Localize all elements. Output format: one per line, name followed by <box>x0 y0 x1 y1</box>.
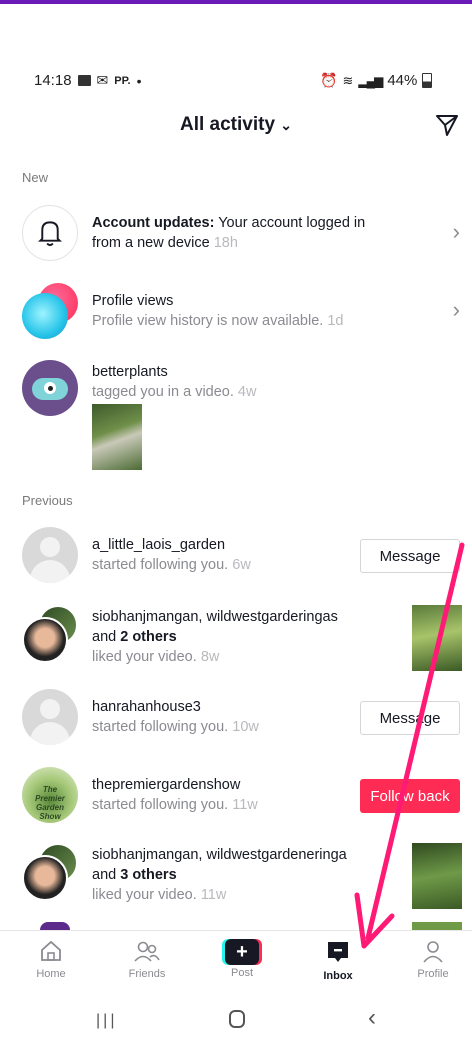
gallery-icon <box>77 75 91 86</box>
notification-text: started following you. <box>92 797 229 813</box>
notification-time: 11w <box>232 797 258 813</box>
alarm-icon: ⏰ <box>320 72 338 88</box>
notification-text: Profile view history is now available. <box>92 313 324 329</box>
list-item-likes[interactable]: siobhanjmangan, wildwestgarderingas and … <box>0 605 472 675</box>
notification-text: tagged you in a video. <box>92 384 234 400</box>
avatar: The Premier Garden Show <box>22 767 78 823</box>
follow-back-button[interactable]: Follow back <box>360 779 460 813</box>
message-button[interactable]: Message <box>360 701 460 735</box>
profile-icon <box>423 941 443 963</box>
notification-time: 4w <box>237 384 257 400</box>
notification-text: started following you. <box>92 719 229 735</box>
nav-friends-label: Friends <box>128 968 166 980</box>
chevron-down-icon: ⌄ <box>280 117 293 133</box>
notification-text: liked your video. <box>92 649 197 665</box>
nav-profile-label: Profile <box>417 968 449 980</box>
nav-inbox-label: Inbox <box>323 970 353 982</box>
mail-icon: ✉ <box>96 72 109 88</box>
others-count: 2 others <box>120 629 177 645</box>
signal-icon: ▂▄▆ <box>358 73 383 88</box>
list-item-profile-views[interactable]: Profile views Profile view history is no… <box>0 283 472 343</box>
wifi-icon: ≋ <box>342 72 354 88</box>
video-thumbnail[interactable] <box>412 843 462 909</box>
friends-icon <box>134 941 160 962</box>
others-count: 3 others <box>120 867 177 883</box>
nav-friends[interactable]: Friends <box>107 939 187 980</box>
bell-icon <box>38 221 62 247</box>
username: thepremiergardenshow <box>92 777 241 793</box>
notification-time: 10w <box>232 719 259 735</box>
notification-text: liked your video. <box>92 887 197 903</box>
section-new-label: New <box>22 170 49 185</box>
nav-post-label: Post <box>230 967 253 979</box>
avatar <box>22 689 78 745</box>
profile-views-icon <box>22 283 82 339</box>
username: betterplants <box>92 364 168 380</box>
activity-filter-dropdown[interactable]: All activity ⌄ <box>0 114 472 136</box>
battery-icon <box>422 73 433 88</box>
video-thumbnail[interactable] <box>92 404 142 470</box>
username: hanrahanhouse3 <box>92 699 201 715</box>
list-item-account-updates[interactable]: Account updates: Your account logged in … <box>0 205 472 265</box>
chevron-right-icon: › <box>452 219 460 244</box>
avatar <box>22 527 78 583</box>
notification-time: 6w <box>232 557 251 573</box>
status-bar: 14:18 ✉ PP. • ⏰ ≋ ▂▄▆ 44% <box>0 70 472 94</box>
top-border <box>0 0 472 4</box>
battery-percent: 44% <box>387 72 418 89</box>
notification-time: 11w <box>200 887 227 903</box>
stacked-avatars <box>22 605 82 665</box>
section-previous-label: Previous <box>22 493 73 508</box>
header: All activity ⌄ <box>0 108 472 144</box>
notification-text: started following you. <box>92 557 229 573</box>
list-item-follow[interactable]: a_little_laois_garden started following … <box>0 527 472 587</box>
avatar-logo: The Premier Garden Show <box>35 785 65 821</box>
stacked-avatars <box>22 843 82 903</box>
username: a_little_laois_garden <box>92 537 226 553</box>
page-title: All activity <box>179 114 276 135</box>
inbox-icon <box>328 942 348 962</box>
chevron-right-icon: › <box>452 297 460 322</box>
avatar <box>22 205 78 261</box>
system-navigation: ||| ‹ <box>0 1000 472 1038</box>
nav-home-label: Home <box>36 968 66 980</box>
back-icon[interactable]: ‹ <box>368 1004 376 1032</box>
nav-post[interactable]: + Post <box>202 939 282 979</box>
list-item-follow[interactable]: The Premier Garden Show thepremiergarden… <box>0 767 472 827</box>
send-message-icon[interactable] <box>434 112 460 138</box>
nav-profile[interactable]: Profile <box>393 939 472 980</box>
list-item-betterplants[interactable]: betterplants tagged you in a video. 4w <box>0 360 472 472</box>
usernames: siobhanjmangan, wildwestgardeneringa <box>92 847 347 863</box>
status-carrier: PP. <box>114 74 131 87</box>
nav-inbox[interactable]: Inbox <box>298 939 378 982</box>
nav-home[interactable]: Home <box>11 939 91 980</box>
video-thumbnail[interactable] <box>412 605 462 671</box>
video-thumbnail-partial <box>412 922 462 930</box>
usernames: siobhanjmangan, wildwestgarderingas <box>92 609 338 625</box>
message-button[interactable]: Message <box>360 539 460 573</box>
notification-time: 1d <box>327 313 344 329</box>
notification-time: 18h <box>213 235 238 251</box>
bottom-navigation: Home Friends + Post Inbox Profile <box>0 930 472 993</box>
notification-time: 8w <box>200 649 220 665</box>
post-plus-icon: + <box>222 939 262 965</box>
home-icon <box>41 940 61 961</box>
list-item-likes[interactable]: siobhanjmangan, wildwestgardeneringa and… <box>0 843 472 913</box>
list-item-follow[interactable]: hanrahanhouse3 started following you. 10… <box>0 689 472 749</box>
notification-title: Profile views <box>92 293 174 309</box>
recent-apps-icon[interactable]: ||| <box>96 1012 117 1030</box>
list-item-partial <box>40 922 70 930</box>
notification-title: Account updates: <box>92 215 215 231</box>
status-time: 14:18 <box>34 72 72 89</box>
avatar <box>22 360 78 416</box>
dot-icon: • <box>136 72 142 89</box>
home-system-icon[interactable] <box>229 1010 245 1028</box>
